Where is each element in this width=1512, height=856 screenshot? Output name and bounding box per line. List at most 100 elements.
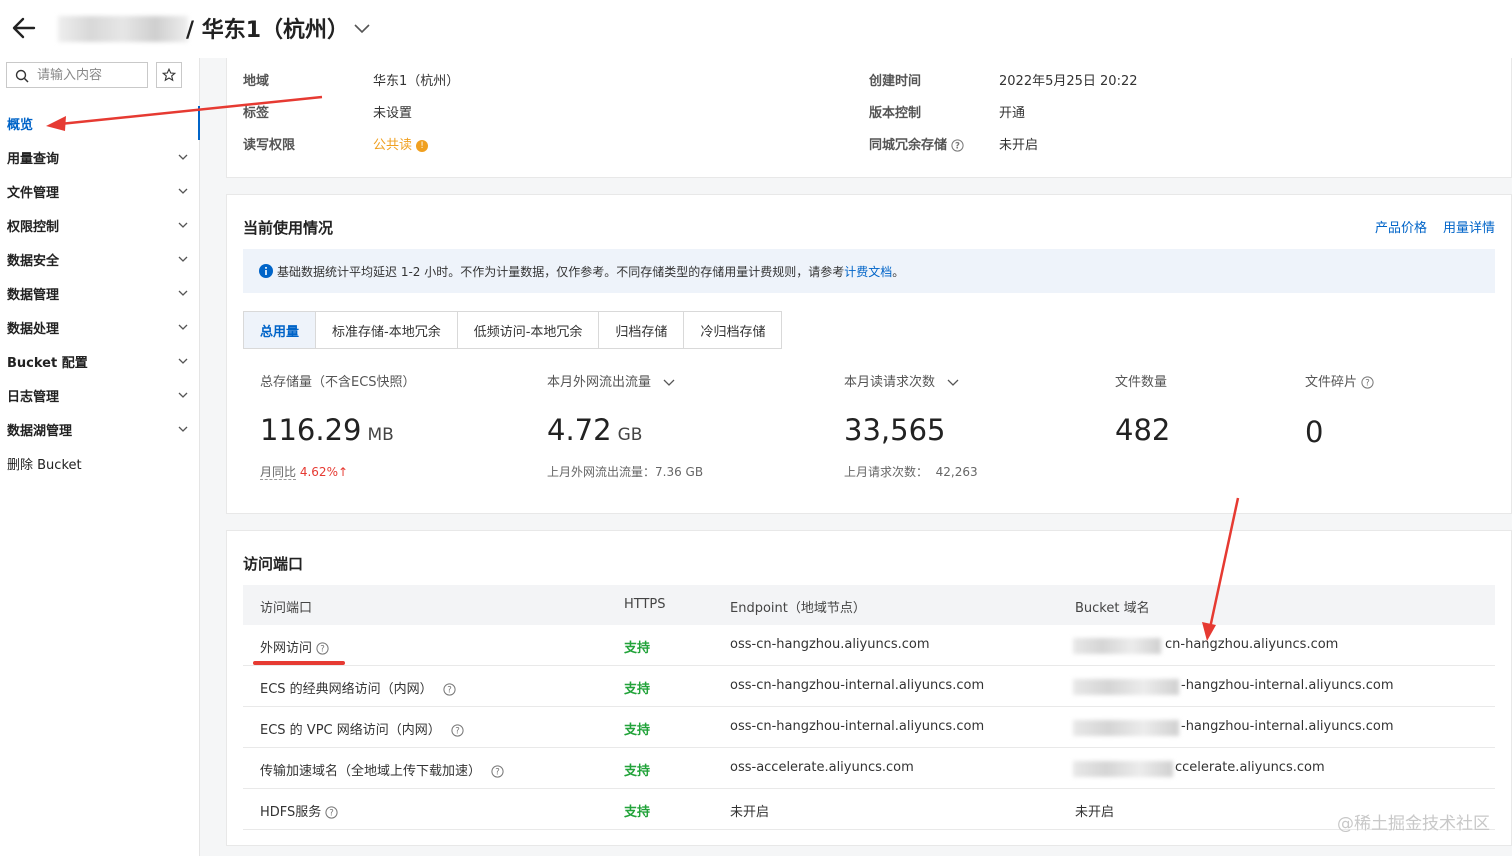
back-arrow-icon[interactable] <box>10 14 38 42</box>
endpoint-cell[interactable]: oss-cn-hangzhou.aliyuncs.com <box>730 637 930 652</box>
table-row: HDFS服务? 支持 未开启 未开启 <box>243 789 1495 830</box>
usage-title: 当前使用情况 <box>243 219 334 237</box>
tag-value: 未设置 <box>373 106 413 121</box>
https-cell: 支持 <box>624 723 651 738</box>
storage-label: 总存储量（不含ECS快照） <box>260 375 416 390</box>
domain-cell[interactable]: -hangzhou-internal.aliyuncs.com <box>1181 719 1394 734</box>
column-header: HTTPS <box>624 597 666 612</box>
zrs-label: 同城冗余存储? <box>869 134 964 153</box>
storage-type-tabs: 总用量 标准存储-本地冗余 低频访问-本地冗余 归档存储 冷归档存储 <box>243 311 783 349</box>
endpoint-name-cell: ECS 的 VPC 网络访问（内网）? <box>260 719 464 738</box>
domain-redacted <box>1073 761 1173 777</box>
svg-text:?: ? <box>1365 379 1370 389</box>
favorite-button[interactable] <box>156 62 182 88</box>
help-icon[interactable]: ? <box>491 765 504 778</box>
endpoint-cell[interactable]: oss-cn-hangzhou-internal.aliyuncs.com <box>730 678 984 693</box>
svg-text:?: ? <box>955 142 960 152</box>
billing-doc-link[interactable]: 计费文档 <box>844 263 892 280</box>
sidebar-item-access-control[interactable]: 权限控制 <box>0 208 199 242</box>
top-bar: / 华东1（杭州） <box>0 0 1512 58</box>
sidebar-item-delete-bucket[interactable]: 删除 Bucket <box>0 446 199 480</box>
https-cell: 支持 <box>624 641 651 656</box>
arrow-up-icon: ↑ <box>337 465 349 479</box>
endpoint-cell[interactable]: oss-cn-hangzhou-internal.aliyuncs.com <box>730 719 984 734</box>
files-label: 文件数量 <box>1115 375 1168 390</box>
sidebar-item-data-processing[interactable]: 数据处理 <box>0 310 199 344</box>
chevron-down-icon[interactable] <box>352 18 372 38</box>
watermark: @稀土掘金技术社区 <box>1337 814 1490 834</box>
help-icon[interactable]: ? <box>443 683 456 696</box>
price-link[interactable]: 产品价格 <box>1375 217 1427 236</box>
domain-cell[interactable]: cn-hangzhou.aliyuncs.com <box>1165 637 1338 652</box>
sidebar-item-log-management[interactable]: 日志管理 <box>0 378 199 412</box>
column-header: Bucket 域名 <box>1075 601 1150 616</box>
https-cell: 支持 <box>624 805 651 820</box>
sidebar-item-overview[interactable]: 概览 <box>0 106 199 140</box>
sidebar-item-file-management[interactable]: 文件管理 <box>0 174 199 208</box>
region-value: 华东1（杭州） <box>373 74 460 89</box>
tab-archive[interactable]: 归档存储 <box>599 312 685 348</box>
sidebar-search-input[interactable] <box>37 66 145 84</box>
tab-infrequent[interactable]: 低频访问-本地冗余 <box>457 312 600 348</box>
domain-cell: 未开启 <box>1075 805 1115 820</box>
sidebar-item-usage-query[interactable]: 用量查询 <box>0 140 199 174</box>
chevron-down-icon <box>178 290 188 296</box>
help-icon[interactable]: ? <box>951 139 964 152</box>
requests-label[interactable]: 本月读请求次数 <box>844 371 959 390</box>
bucket-name-redacted <box>58 16 188 42</box>
column-header: Endpoint（地域节点） <box>730 601 866 616</box>
domain-cell[interactable]: -hangzhou-internal.aliyuncs.com <box>1181 678 1394 693</box>
sidebar-item-data-security[interactable]: 数据安全 <box>0 242 199 276</box>
created-value: 2022年5月25日 20:22 <box>999 74 1138 89</box>
endpoint-name-cell: HDFS服务? <box>260 801 338 820</box>
acl-value: 公共读! <box>373 134 429 153</box>
acl-label: 读写权限 <box>243 138 296 153</box>
tab-total[interactable]: 总用量 <box>244 312 317 348</box>
region-label: 地域 <box>243 74 270 89</box>
endpoint-name-cell: ECS 的经典网络访问（内网）? <box>260 678 456 697</box>
usage-detail-link[interactable]: 用量详情 <box>1443 217 1495 236</box>
table-header: 访问端口 HTTPS Endpoint（地域节点） Bucket 域名 <box>243 585 1495 625</box>
chevron-down-icon <box>178 392 188 398</box>
svg-text:?: ? <box>495 768 500 778</box>
endpoint-cell[interactable]: oss-accelerate.aliyuncs.com <box>730 760 914 775</box>
tab-cold-archive[interactable]: 冷归档存储 <box>684 312 782 348</box>
chevron-down-icon <box>178 256 188 262</box>
tab-standard[interactable]: 标准存储-本地冗余 <box>316 312 458 348</box>
table-row: ECS 的 VPC 网络访问（内网）? 支持 oss-cn-hangzhou-i… <box>243 707 1495 748</box>
traffic-label[interactable]: 本月外网流出流量 <box>547 371 675 390</box>
versioning-label: 版本控制 <box>869 106 922 121</box>
sidebar-item-data-lake[interactable]: 数据湖管理 <box>0 412 199 446</box>
sidebar-search[interactable] <box>6 62 148 88</box>
zrs-value: 未开启 <box>999 138 1039 153</box>
search-icon <box>15 69 29 83</box>
domain-cell[interactable]: ccelerate.aliyuncs.com <box>1175 760 1325 775</box>
help-icon[interactable]: ? <box>316 642 329 655</box>
chevron-down-icon <box>178 222 188 228</box>
versioning-value: 开通 <box>999 106 1026 121</box>
traffic-last-month: 上月外网流出流量：7.36 GB <box>547 465 704 479</box>
help-icon[interactable]: ? <box>1361 376 1374 389</box>
domain-redacted <box>1073 679 1179 695</box>
table-row: 外网访问? 支持 oss-cn-hangzhou.aliyuncs.com cn… <box>243 625 1495 666</box>
https-cell: 支持 <box>624 682 651 697</box>
chevron-down-icon <box>663 379 675 386</box>
help-icon[interactable]: ? <box>451 724 464 737</box>
svg-text:?: ? <box>320 645 325 655</box>
page-title: / 华东1（杭州） <box>186 18 350 43</box>
tag-label: 标签 <box>243 106 270 121</box>
chevron-down-icon <box>178 358 188 364</box>
chevron-down-icon <box>947 379 959 386</box>
sidebar-item-data-management[interactable]: 数据管理 <box>0 276 199 310</box>
files-value: 482 <box>1115 413 1171 447</box>
notice-banner: 基础数据统计平均延迟 1-2 小时。不作为计量数据，仅作参考。不同存储类型的存储… <box>243 249 1495 293</box>
help-icon[interactable]: ? <box>325 806 338 819</box>
sidebar-item-bucket-config[interactable]: Bucket 配置 <box>0 344 199 378</box>
domain-redacted <box>1073 638 1161 654</box>
star-icon <box>162 68 176 82</box>
requests-value: 33,565 <box>844 413 946 447</box>
endpoint-card: 访问端口 访问端口 HTTPS Endpoint（地域节点） Bucket 域名… <box>226 530 1512 846</box>
warning-icon[interactable]: ! <box>416 139 429 152</box>
table-row: 传输加速域名（全地域上传下载加速）? 支持 oss-accelerate.ali… <box>243 748 1495 789</box>
column-header: 访问端口 <box>260 601 313 616</box>
